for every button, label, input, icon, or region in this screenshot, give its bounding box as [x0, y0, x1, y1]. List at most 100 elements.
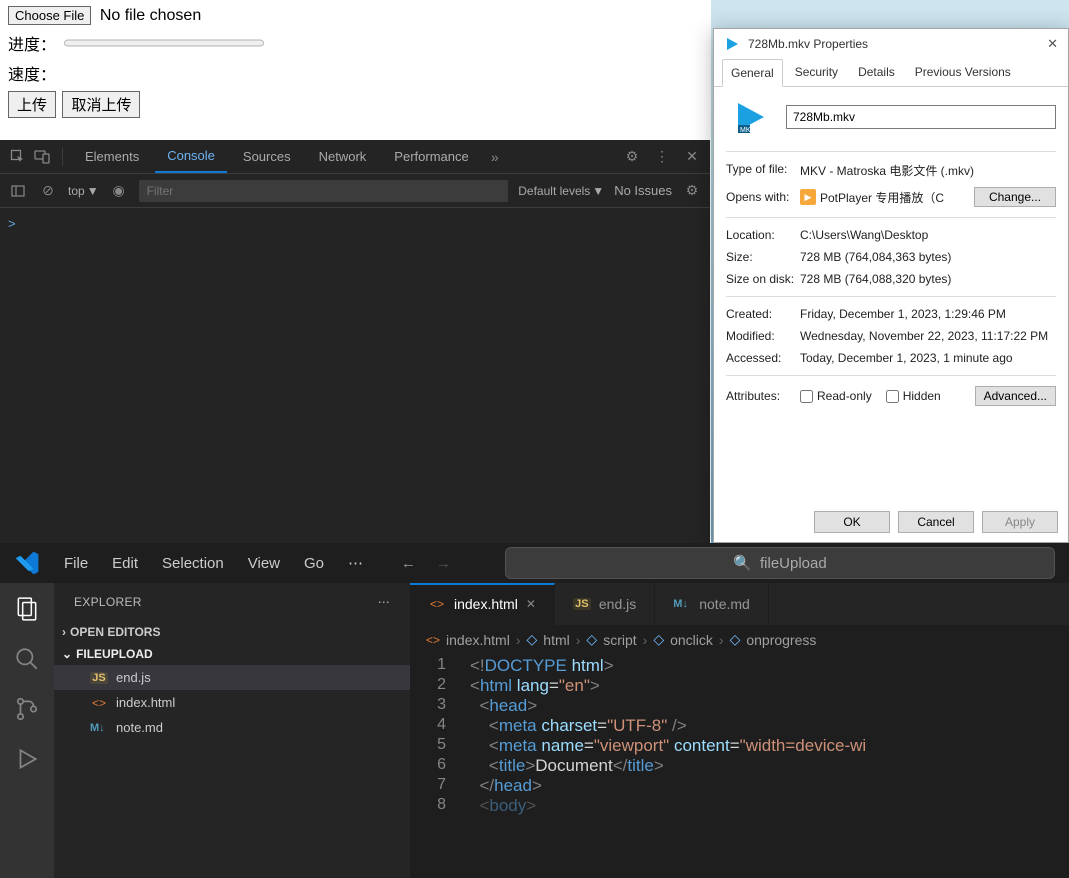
dialog-title: 728Mb.mkv Properties [748, 37, 868, 51]
size-on-disk-label: Size on disk: [726, 272, 800, 286]
upload-button[interactable]: 上传 [8, 91, 56, 118]
tab-general[interactable]: General [722, 59, 783, 87]
menu-edit[interactable]: Edit [112, 555, 138, 572]
close-icon[interactable]: ✕ [1047, 36, 1058, 52]
tab-security[interactable]: Security [787, 59, 846, 86]
close-icon[interactable]: ✕ [682, 147, 702, 167]
choose-file-button[interactable]: Choose File [8, 6, 91, 25]
command-center[interactable]: 🔍fileUpload [505, 547, 1055, 579]
vscode-logo-icon [14, 550, 40, 576]
nav-forward-icon[interactable]: → [436, 555, 451, 572]
menu-file[interactable]: File [64, 555, 88, 572]
potplayer-icon: ▶ [800, 189, 816, 205]
more-icon[interactable]: ⋮ [652, 147, 672, 167]
ok-button[interactable]: OK [814, 511, 890, 533]
settings-icon[interactable]: ⚙ [622, 147, 642, 167]
code-line: 6 <title>Document</title> [410, 756, 1069, 776]
issues-label[interactable]: No Issues [614, 183, 672, 198]
modified-value: Wednesday, November 22, 2023, 11:17:22 P… [800, 329, 1048, 343]
tab-details[interactable]: Details [850, 59, 903, 86]
devtools-tab-performance[interactable]: Performance [382, 141, 480, 172]
upload-progress [64, 36, 264, 50]
menu-view[interactable]: View [248, 555, 280, 572]
search-activity-icon[interactable] [13, 645, 41, 673]
menu-go[interactable]: Go [304, 555, 324, 572]
html-file-icon: <> [426, 633, 440, 647]
nav-back-icon[interactable]: ← [401, 555, 416, 572]
accessed-value: Today, December 1, 2023, 1 minute ago [800, 351, 1013, 365]
clear-console-icon[interactable]: ⊘ [38, 181, 58, 201]
menu-selection[interactable]: Selection [162, 555, 224, 572]
tree-item-note.md[interactable]: M↓note.md [54, 715, 410, 740]
browser-page: Choose File No file chosen 进度： 速度： 上传 取消… [0, 0, 710, 140]
location-value: C:\Users\Wang\Desktop [800, 228, 928, 242]
folder-section[interactable]: ⌄FILEUPLOAD [54, 643, 410, 665]
explorer-more-icon[interactable]: ⋯ [378, 595, 390, 609]
console-prompt: > [8, 216, 16, 231]
device-icon[interactable] [32, 147, 52, 167]
svg-text:MKV: MKV [740, 127, 756, 134]
code-line: 8 <body> [410, 796, 1069, 816]
cancel-upload-button[interactable]: 取消上传 [62, 91, 140, 118]
console-settings-icon[interactable]: ⚙ [682, 181, 702, 201]
menu-bar: File Edit Selection View Go ⋯ ← → 🔍fileU… [0, 543, 1069, 583]
symbol-icon: ◇ [653, 631, 664, 648]
file-icon: M↓ [673, 598, 691, 610]
opens-with-value: PotPlayer 专用播放（C [820, 189, 944, 206]
code-line: 1<!DOCTYPE html> [410, 656, 1069, 676]
open-editors-section[interactable]: ›OPEN EDITORS [54, 621, 410, 643]
code-line: 2<html lang="en"> [410, 676, 1069, 696]
file-icon: <> [90, 696, 108, 710]
devtools-tab-elements[interactable]: Elements [73, 141, 151, 172]
devtools-tab-console[interactable]: Console [155, 140, 227, 173]
advanced-button[interactable]: Advanced... [975, 386, 1056, 406]
mkv-icon [724, 36, 740, 52]
readonly-checkbox[interactable]: Read-only [800, 389, 872, 403]
filename-input[interactable] [786, 105, 1056, 129]
divider [62, 148, 63, 166]
chevron-down-icon: ⌄ [62, 647, 72, 661]
tree-item-index.html[interactable]: <>index.html [54, 690, 410, 715]
no-file-label: No file chosen [100, 7, 201, 24]
eye-icon[interactable]: ◉ [109, 181, 129, 201]
console-filter-input[interactable] [139, 180, 509, 202]
apply-button[interactable]: Apply [982, 511, 1058, 533]
cancel-button[interactable]: Cancel [898, 511, 974, 533]
context-selector[interactable]: top ▼ [68, 184, 99, 198]
devtools-tab-sources[interactable]: Sources [231, 141, 303, 172]
more-tabs-icon[interactable]: » [485, 147, 505, 167]
explorer-sidebar: EXPLORER⋯ ›OPEN EDITORS ⌄FILEUPLOAD JSen… [54, 583, 410, 878]
created-label: Created: [726, 307, 800, 321]
tree-item-end.js[interactable]: JSend.js [54, 665, 410, 690]
search-icon: 🔍 [733, 554, 752, 572]
created-value: Friday, December 1, 2023, 1:29:46 PM [800, 307, 1006, 321]
code-editor[interactable]: 1<!DOCTYPE html>2<html lang="en">3 <head… [410, 654, 1069, 878]
hidden-checkbox[interactable]: Hidden [886, 389, 941, 403]
close-tab-icon[interactable]: ✕ [526, 597, 536, 611]
properties-dialog: 728Mb.mkv Properties ✕ General Security … [713, 28, 1069, 543]
levels-selector[interactable]: Default levels ▼ [518, 184, 604, 198]
change-button[interactable]: Change... [974, 187, 1056, 207]
devtools-panel: Elements Console Sources Network Perform… [0, 140, 710, 543]
file-name: end.js [116, 670, 151, 685]
code-line: 7 </head> [410, 776, 1069, 796]
menu-more-icon[interactable]: ⋯ [348, 554, 363, 572]
editor-tab-index.html[interactable]: <>index.html✕ [410, 583, 555, 625]
run-debug-icon[interactable] [13, 745, 41, 773]
activity-bar [0, 583, 54, 878]
devtools-tab-network[interactable]: Network [307, 141, 379, 172]
explorer-icon[interactable] [13, 595, 41, 623]
symbol-icon: ◇ [730, 631, 741, 648]
file-icon: M↓ [90, 722, 108, 734]
inspect-icon[interactable] [8, 147, 28, 167]
console-output[interactable]: > [0, 208, 710, 239]
progress-label: 进度： [8, 31, 56, 55]
tab-previous-versions[interactable]: Previous Versions [907, 59, 1019, 86]
sidebar-toggle-icon[interactable] [8, 181, 28, 201]
size-value: 728 MB (764,084,363 bytes) [800, 250, 951, 264]
editor-tab-end.js[interactable]: JSend.js [555, 583, 655, 625]
editor-tab-note.md[interactable]: M↓note.md [655, 583, 769, 625]
source-control-icon[interactable] [13, 695, 41, 723]
breadcrumb[interactable]: <>index.html› ◇html› ◇script› ◇onclick› … [410, 625, 1069, 654]
vscode-window: File Edit Selection View Go ⋯ ← → 🔍fileU… [0, 543, 1069, 878]
